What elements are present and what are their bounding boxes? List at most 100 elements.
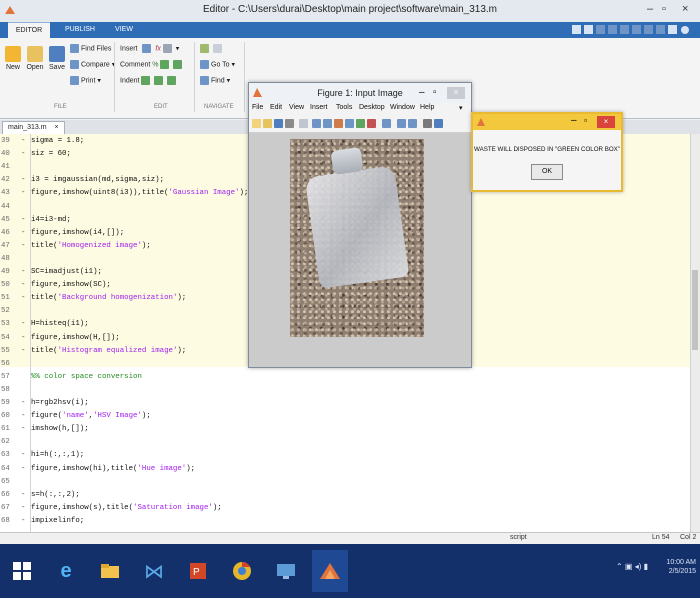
breakpoint-marker[interactable]: - [21, 188, 25, 199]
clock-time[interactable]: 10:00 AM [666, 558, 696, 567]
insert-legend-icon[interactable] [408, 119, 417, 128]
figure-canvas[interactable] [249, 133, 471, 367]
open-file-icon[interactable] [263, 119, 272, 128]
bookmark-button[interactable] [200, 44, 224, 53]
internet-explorer-icon[interactable]: e [48, 550, 84, 592]
close-button[interactable]: × [682, 3, 688, 15]
find-button[interactable]: Find ▾ [200, 76, 230, 85]
dialog-minimize-button[interactable]: – [571, 115, 577, 126]
menu-insert[interactable]: Insert [310, 104, 328, 111]
tray-icons[interactable]: ⌃ ▣ ◂) ▮ [616, 562, 648, 571]
go-to-button[interactable]: Go To ▾ [200, 60, 235, 69]
code-line[interactable]: 60 - figure('name','HSV Image'); [0, 411, 690, 422]
breakpoint-marker[interactable]: - [21, 450, 25, 461]
menu-overflow-icon[interactable]: ▾ [459, 104, 463, 112]
edit-plot-icon[interactable] [299, 119, 308, 128]
menu-edit[interactable]: Edit [270, 104, 282, 111]
dialog-title-bar[interactable]: – ▫ × [473, 114, 621, 130]
start-button[interactable] [4, 550, 40, 592]
print-figure-icon[interactable] [285, 119, 294, 128]
minimize-button[interactable]: – [647, 3, 653, 15]
code-line[interactable]: 58 [0, 385, 690, 396]
find-files-button[interactable]: Find Files [70, 44, 111, 53]
figure-window[interactable]: Figure 1: Input Image – ▫ × File Edit Vi… [248, 82, 472, 368]
menu-desktop[interactable]: Desktop [359, 104, 385, 111]
save-figure-icon[interactable] [274, 119, 283, 128]
breakpoint-marker[interactable]: - [21, 319, 25, 330]
maximize-button[interactable]: ▫ [662, 3, 666, 15]
file-tab-close-icon[interactable]: × [54, 124, 58, 131]
code-line[interactable]: 61 - imshow(h,[]); [0, 424, 690, 435]
matlab-taskbar-icon[interactable] [312, 550, 348, 592]
message-dialog[interactable]: – ▫ × WASTE WILL DISPOSED IN "GREEN COLO… [471, 112, 623, 192]
insert-colorbar-icon[interactable] [397, 119, 406, 128]
figure-minimize-button[interactable]: – [419, 87, 425, 98]
zoom-out-icon[interactable] [323, 119, 332, 128]
scrollbar-thumb[interactable] [692, 270, 698, 350]
figure-title-bar[interactable]: Figure 1: Input Image – ▫ × [249, 83, 471, 103]
hide-plot-tools-icon[interactable] [423, 119, 432, 128]
rotate-icon[interactable] [345, 119, 354, 128]
breakpoint-marker[interactable]: - [21, 293, 25, 304]
new-button[interactable]: New [2, 46, 24, 71]
breakpoint-marker[interactable]: - [21, 346, 25, 357]
breakpoint-marker[interactable]: - [21, 136, 25, 147]
breakpoint-marker[interactable]: - [21, 503, 25, 514]
menu-help[interactable]: Help [420, 104, 434, 111]
code-line[interactable]: 65 [0, 477, 690, 488]
file-explorer-icon[interactable] [92, 550, 128, 592]
dialog-maximize-button[interactable]: ▫ [584, 115, 587, 125]
breakpoint-marker[interactable]: - [21, 424, 25, 435]
breakpoint-marker[interactable]: - [21, 215, 25, 226]
open-button[interactable]: Open [24, 46, 46, 71]
menu-window[interactable]: Window [390, 104, 415, 111]
code-line[interactable]: 66 - s=h(:,:,2); [0, 490, 690, 501]
breakpoint-marker[interactable]: - [21, 516, 25, 527]
compare-button[interactable]: Compare ▾ [70, 60, 115, 69]
link-plot-icon[interactable] [382, 119, 391, 128]
powerpoint-icon[interactable]: P [180, 550, 216, 592]
tab-view[interactable]: VIEW [108, 22, 140, 38]
brush-icon[interactable] [367, 119, 376, 128]
code-line[interactable]: 67 - figure,imshow(s),title('Saturation im… [0, 503, 690, 514]
menu-file[interactable]: File [252, 104, 263, 111]
code-line[interactable]: 63 - hi=h(:,:,1); [0, 450, 690, 461]
zoom-in-icon[interactable] [312, 119, 321, 128]
breakpoint-marker[interactable]: - [21, 267, 25, 278]
data-cursor-icon[interactable] [356, 119, 365, 128]
code-line[interactable]: 62 [0, 437, 690, 448]
print-button[interactable]: Print ▾ [70, 76, 101, 85]
breakpoint-marker[interactable]: - [21, 490, 25, 501]
figure-close-button[interactable]: × [447, 87, 465, 99]
figure-maximize-button[interactable]: ▫ [433, 87, 437, 98]
tab-editor[interactable]: EDITOR [8, 22, 50, 39]
save-button[interactable]: Save [46, 46, 68, 71]
clock-date[interactable]: 2/5/2015 [666, 567, 696, 576]
dialog-ok-button[interactable]: OK [531, 164, 563, 180]
code-line[interactable]: 59 - h=rgb2hsv(i); [0, 398, 690, 409]
code-line[interactable]: 68 - impixelinfo; [0, 516, 690, 527]
breakpoint-marker[interactable]: - [21, 464, 25, 475]
new-figure-icon[interactable] [252, 119, 261, 128]
breakpoint-marker[interactable]: - [21, 175, 25, 186]
breakpoint-marker[interactable]: - [21, 280, 25, 291]
comment-button[interactable]: Comment % [120, 60, 184, 69]
monitor-app-icon[interactable] [268, 550, 304, 592]
code-line[interactable]: 57 %% color space conversion [0, 372, 690, 383]
file-tab-main-313[interactable]: main_313.m × [2, 121, 65, 134]
code-line[interactable]: 64 - figure,imshow(hi),title('Hue image'); [0, 464, 690, 475]
tab-publish[interactable]: PUBLISH [58, 22, 102, 38]
breakpoint-marker[interactable]: - [21, 241, 25, 252]
breakpoint-marker[interactable]: - [21, 228, 25, 239]
dialog-close-button[interactable]: × [597, 116, 615, 128]
breakpoint-marker[interactable]: - [21, 398, 25, 409]
pan-icon[interactable] [334, 119, 343, 128]
chrome-icon[interactable] [224, 550, 260, 592]
breakpoint-marker[interactable]: - [21, 149, 25, 160]
media-player-icon[interactable]: ⋈ [136, 550, 172, 592]
show-plot-tools-icon[interactable] [434, 119, 443, 128]
breakpoint-marker[interactable]: - [21, 411, 25, 422]
menu-view[interactable]: View [289, 104, 304, 111]
breakpoint-marker[interactable]: - [21, 333, 25, 344]
indent-button[interactable]: Indent [120, 76, 178, 85]
